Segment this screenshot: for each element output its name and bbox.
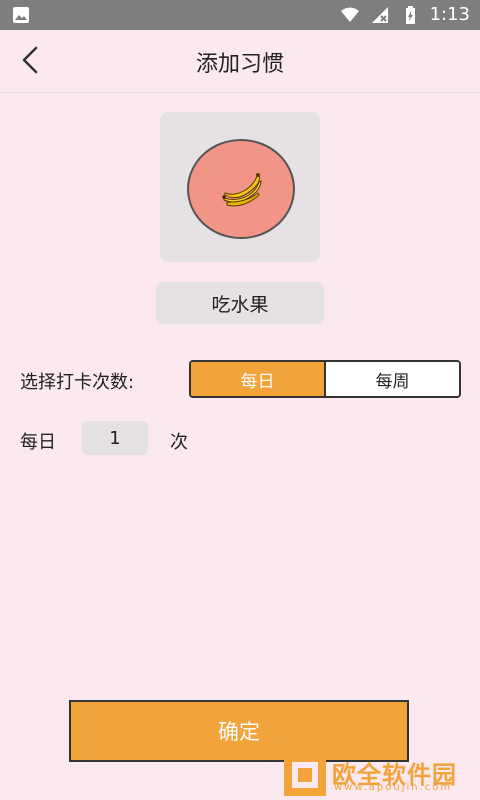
page-title: 添加习惯 <box>195 52 284 77</box>
app-bar: 添加习惯 <box>0 30 480 93</box>
habit-name-field[interactable]: 吃水果 <box>156 282 324 324</box>
image-icon <box>13 7 29 23</box>
battery-icon <box>405 6 415 24</box>
watermark-logo-icon <box>284 754 326 796</box>
watermark: 欧全软件园 www.apoujin.com <box>282 750 480 800</box>
banana-icon <box>222 173 262 207</box>
icon-plate <box>187 139 295 239</box>
habit-icon-picker[interactable] <box>160 112 320 262</box>
wifi-icon <box>340 7 359 22</box>
count-unit-label: 次 <box>170 432 188 453</box>
signal-off-icon <box>371 7 388 23</box>
frequency-segmented-control: 每日 每周 <box>189 360 461 398</box>
count-prefix-label: 每日 <box>20 432 56 453</box>
frequency-option-weekly[interactable]: 每周 <box>326 362 459 396</box>
status-time: 1:13 <box>429 4 470 25</box>
count-input[interactable]: 1 <box>82 421 148 455</box>
frequency-option-daily[interactable]: 每日 <box>191 362 326 396</box>
watermark-url: www.apoujin.com <box>334 782 453 793</box>
frequency-label: 选择打卡次数: <box>20 372 135 393</box>
status-bar: 1:13 <box>0 0 480 30</box>
